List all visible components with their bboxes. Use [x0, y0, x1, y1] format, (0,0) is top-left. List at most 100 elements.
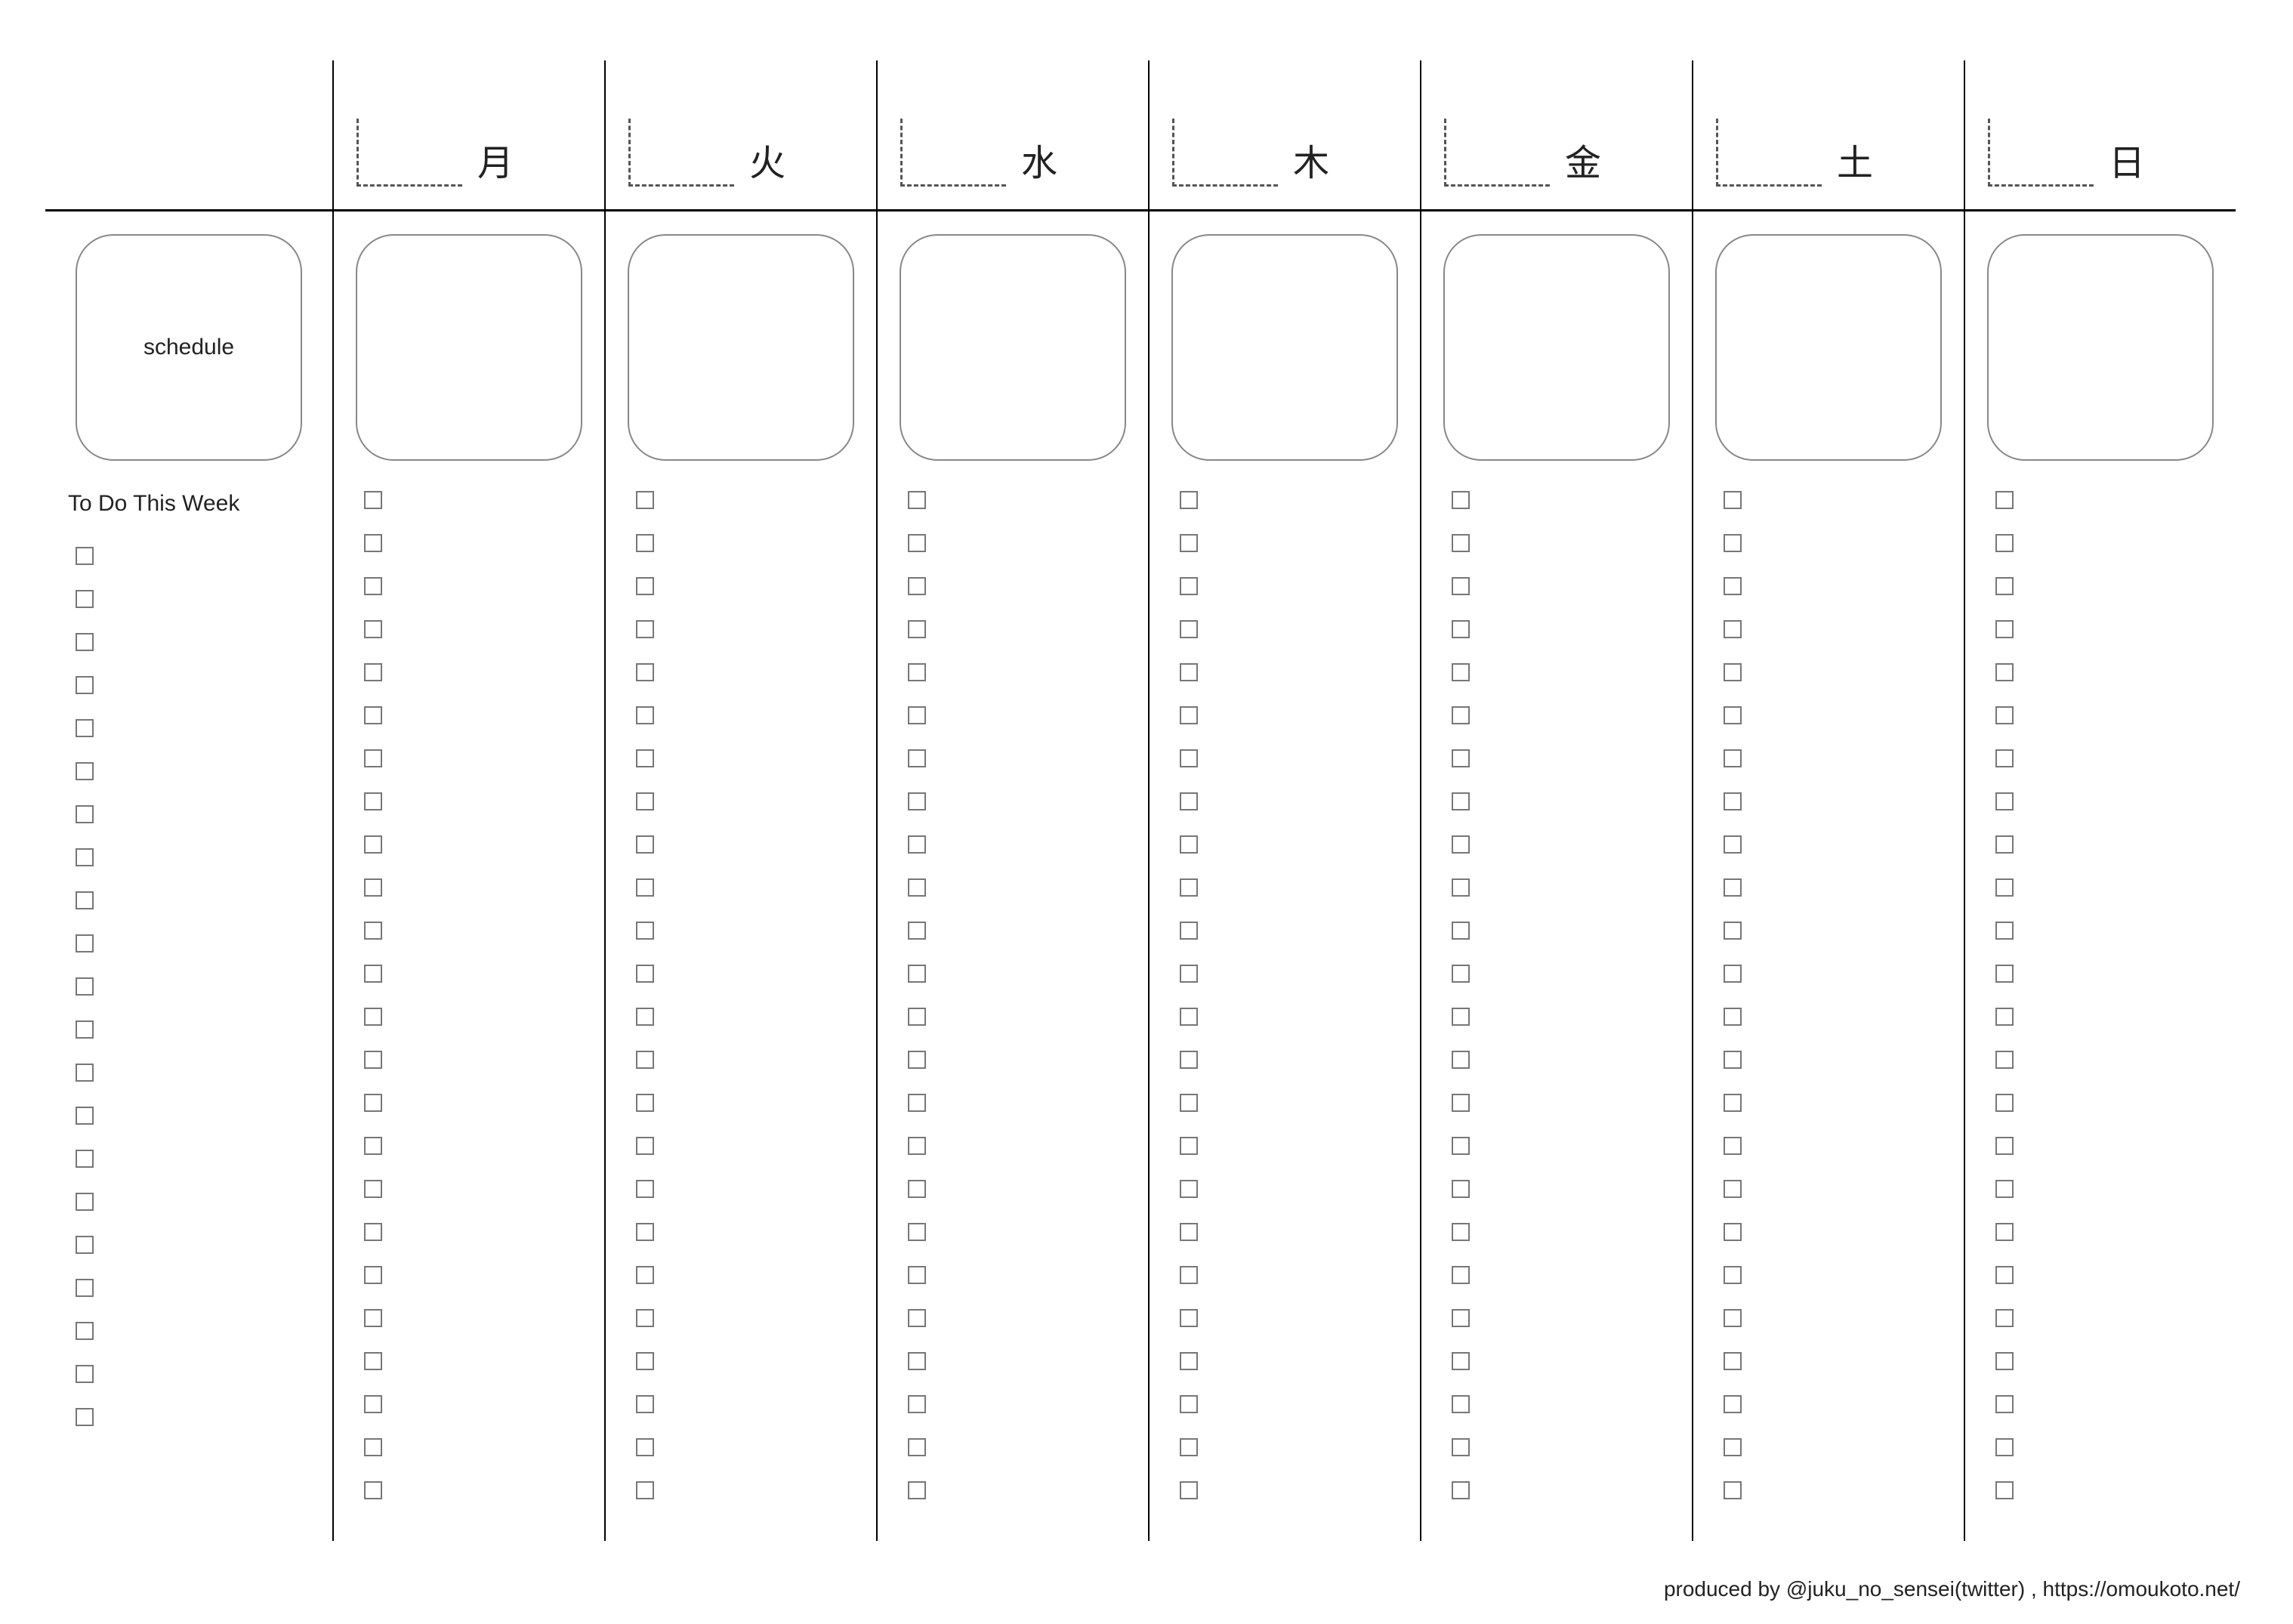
checkbox-row[interactable]: [1724, 1266, 1949, 1284]
checkbox-row[interactable]: [76, 762, 317, 780]
checkbox-icon[interactable]: [1180, 922, 1198, 940]
checkbox-icon[interactable]: [1995, 1438, 2014, 1456]
checkbox-icon[interactable]: [364, 1481, 382, 1499]
checkbox-row[interactable]: [76, 676, 317, 694]
checkbox-row[interactable]: [1724, 965, 1949, 983]
checkbox-icon[interactable]: [908, 1309, 926, 1327]
checkbox-row[interactable]: [1995, 706, 2220, 724]
checkbox-icon[interactable]: [364, 577, 382, 595]
checkbox-row[interactable]: [76, 934, 317, 952]
checkbox-row[interactable]: [1724, 491, 1949, 509]
checkbox-row[interactable]: [1180, 620, 1405, 638]
checkbox-row[interactable]: [76, 1064, 317, 1082]
checkbox-icon[interactable]: [1452, 1352, 1470, 1370]
checkbox-row[interactable]: [1724, 1352, 1949, 1370]
checkbox-row[interactable]: [908, 1395, 1133, 1413]
checkbox-row[interactable]: [1724, 1008, 1949, 1026]
checkbox-row[interactable]: [364, 1223, 589, 1241]
checkbox-icon[interactable]: [1180, 1094, 1198, 1112]
checkbox-icon[interactable]: [364, 1051, 382, 1069]
checkbox-icon[interactable]: [1724, 1051, 1742, 1069]
checkbox-row[interactable]: [636, 1008, 861, 1026]
checkbox-icon[interactable]: [1995, 491, 2014, 509]
checkbox-icon[interactable]: [1180, 1481, 1198, 1499]
checkbox-icon[interactable]: [908, 491, 926, 509]
checkbox-icon[interactable]: [1452, 835, 1470, 854]
checkbox-row[interactable]: [1724, 878, 1949, 897]
date-input-box[interactable]: [628, 119, 734, 187]
checkbox-icon[interactable]: [364, 1008, 382, 1026]
checkbox-row[interactable]: [364, 835, 589, 854]
checkbox-row[interactable]: [1180, 534, 1405, 552]
checkbox-icon[interactable]: [76, 805, 94, 823]
checkbox-row[interactable]: [76, 1150, 317, 1168]
checkbox-icon[interactable]: [636, 1352, 654, 1370]
checkbox-row[interactable]: [1452, 620, 1677, 638]
date-input-box[interactable]: [356, 119, 462, 187]
checkbox-icon[interactable]: [1724, 1438, 1742, 1456]
checkbox-row[interactable]: [76, 891, 317, 909]
checkbox-row[interactable]: [364, 965, 589, 983]
checkbox-icon[interactable]: [1995, 965, 2014, 983]
checkbox-row[interactable]: [908, 534, 1133, 552]
checkbox-row[interactable]: [1995, 1481, 2220, 1499]
checkbox-icon[interactable]: [636, 620, 654, 638]
checkbox-icon[interactable]: [1724, 878, 1742, 897]
checkbox-icon[interactable]: [908, 1395, 926, 1413]
checkbox-icon[interactable]: [636, 1395, 654, 1413]
checkbox-icon[interactable]: [636, 1051, 654, 1069]
checkbox-icon[interactable]: [1452, 1094, 1470, 1112]
checkbox-row[interactable]: [1180, 663, 1405, 681]
checkbox-row[interactable]: [1995, 1223, 2220, 1241]
checkbox-icon[interactable]: [364, 620, 382, 638]
checkbox-icon[interactable]: [636, 878, 654, 897]
checkbox-row[interactable]: [1724, 663, 1949, 681]
checkbox-row[interactable]: [908, 922, 1133, 940]
checkbox-row[interactable]: [636, 878, 861, 897]
checkbox-row[interactable]: [1452, 706, 1677, 724]
checkbox-row[interactable]: [636, 749, 861, 767]
checkbox-row[interactable]: [908, 1008, 1133, 1026]
checkbox-icon[interactable]: [364, 1137, 382, 1155]
checkbox-row[interactable]: [1452, 577, 1677, 595]
checkbox-icon[interactable]: [364, 1309, 382, 1327]
checkbox-icon[interactable]: [364, 534, 382, 552]
checkbox-row[interactable]: [1995, 1137, 2220, 1155]
checkbox-icon[interactable]: [1724, 663, 1742, 681]
checkbox-row[interactable]: [76, 805, 317, 823]
checkbox-row[interactable]: [1724, 1309, 1949, 1327]
checkbox-row[interactable]: [636, 1051, 861, 1069]
checkbox-icon[interactable]: [1452, 1137, 1470, 1155]
checkbox-icon[interactable]: [636, 1008, 654, 1026]
checkbox-row[interactable]: [636, 1352, 861, 1370]
checkbox-row[interactable]: [1995, 620, 2220, 638]
checkbox-icon[interactable]: [1724, 491, 1742, 509]
checkbox-row[interactable]: [1180, 1180, 1405, 1198]
checkbox-icon[interactable]: [636, 1094, 654, 1112]
checkbox-icon[interactable]: [76, 762, 94, 780]
checkbox-icon[interactable]: [908, 792, 926, 810]
checkbox-icon[interactable]: [364, 965, 382, 983]
checkbox-row[interactable]: [364, 922, 589, 940]
checkbox-row[interactable]: [1180, 878, 1405, 897]
checkbox-row[interactable]: [76, 1408, 317, 1426]
checkbox-icon[interactable]: [76, 977, 94, 996]
checkbox-icon[interactable]: [1180, 749, 1198, 767]
checkbox-row[interactable]: [1452, 491, 1677, 509]
checkbox-row[interactable]: [364, 1309, 589, 1327]
checkbox-row[interactable]: [1180, 706, 1405, 724]
checkbox-icon[interactable]: [1180, 663, 1198, 681]
checkbox-row[interactable]: [364, 1051, 589, 1069]
checkbox-icon[interactable]: [636, 706, 654, 724]
checkbox-icon[interactable]: [636, 1309, 654, 1327]
checkbox-icon[interactable]: [636, 1180, 654, 1198]
checkbox-icon[interactable]: [908, 1223, 926, 1241]
checkbox-row[interactable]: [1180, 1438, 1405, 1456]
checkbox-icon[interactable]: [76, 1150, 94, 1168]
checkbox-row[interactable]: [1180, 1223, 1405, 1241]
checkbox-icon[interactable]: [364, 1395, 382, 1413]
checkbox-row[interactable]: [1724, 835, 1949, 854]
checkbox-icon[interactable]: [908, 534, 926, 552]
checkbox-row[interactable]: [1452, 1051, 1677, 1069]
checkbox-row[interactable]: [1452, 1266, 1677, 1284]
